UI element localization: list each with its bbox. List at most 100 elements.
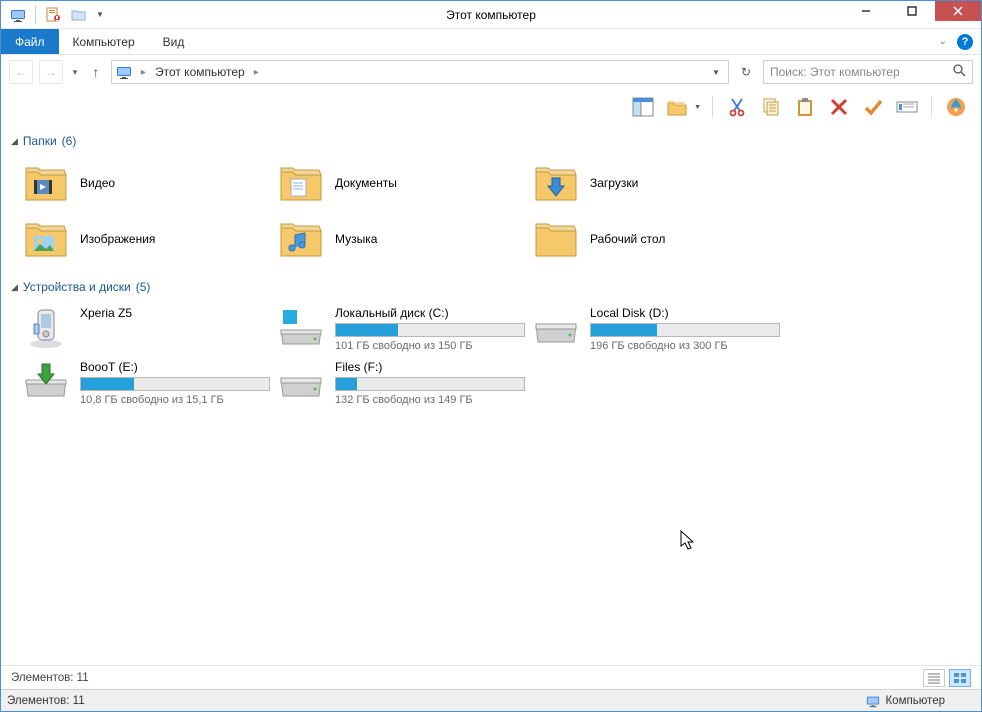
tb-delete-icon[interactable] xyxy=(826,94,852,120)
drive-free-text: 10,8 ГБ свободно из 15,1 ГБ xyxy=(80,394,271,406)
folder-music-icon xyxy=(277,215,325,263)
qat-dropdown[interactable]: ▼ xyxy=(94,4,106,26)
group-count: (5) xyxy=(136,280,151,294)
drive-free-text: 196 ГБ свободно из 300 ГБ xyxy=(590,340,781,352)
qat-properties-icon[interactable] xyxy=(42,4,64,26)
tb-rename-icon[interactable] xyxy=(894,94,920,120)
status-bar-outer: Элементов: 11 Компьютер xyxy=(1,689,981,711)
device-icon xyxy=(22,304,70,352)
drive-usage-bar xyxy=(590,323,780,337)
tb-shell-icon[interactable] xyxy=(943,94,969,120)
folder-label: Изображения xyxy=(80,232,155,246)
folder-pictures-icon xyxy=(22,215,70,263)
drive-free-text: 132 ГБ свободно из 149 ГБ xyxy=(335,394,526,406)
drive-icon xyxy=(22,358,70,406)
device-label: Xperia Z5 xyxy=(80,306,271,320)
tb-panes-icon[interactable] xyxy=(630,94,656,120)
menu-file[interactable]: Файл xyxy=(1,29,59,54)
search-input[interactable] xyxy=(770,65,953,79)
drive-usage-bar xyxy=(80,377,270,391)
tb-organize-icon[interactable] xyxy=(664,94,690,120)
folder-documents[interactable]: Документы xyxy=(274,155,529,211)
nav-history-dropdown[interactable]: ▼ xyxy=(69,68,81,77)
tb-organize-dropdown[interactable]: ▼ xyxy=(694,104,701,111)
folders-grid: Видео Документы Загрузки Изображения Муз… xyxy=(11,153,971,275)
navbar: ← → ▼ ↑ ▸ Этот компьютер ▸ ▼ ↻ xyxy=(1,55,981,89)
drive-label: Files (F:) xyxy=(335,360,526,374)
qat-new-folder-icon[interactable] xyxy=(68,4,90,26)
qat-separator xyxy=(35,6,36,24)
drive-icon xyxy=(277,358,325,406)
group-header-drives[interactable]: ◢ Устройства и диски (5) xyxy=(11,275,971,299)
tb-copy-icon[interactable] xyxy=(758,94,784,120)
drive-usage-bar xyxy=(335,377,525,391)
tb-check-icon[interactable] xyxy=(860,94,886,120)
drive-label: BoooT (E:) xyxy=(80,360,271,374)
folder-videos-icon xyxy=(22,159,70,207)
view-details-button[interactable] xyxy=(923,669,945,687)
menu-computer[interactable]: Компьютер xyxy=(59,29,149,54)
folder-music[interactable]: Музыка xyxy=(274,211,529,267)
folder-downloads[interactable]: Загрузки xyxy=(529,155,784,211)
drive-icon xyxy=(532,304,580,352)
refresh-button[interactable]: ↻ xyxy=(735,65,757,79)
collapse-icon: ◢ xyxy=(11,136,18,147)
ribbon-expand-icon[interactable]: ⌄ xyxy=(935,32,951,51)
drive-free-text: 101 ГБ свободно из 150 ГБ xyxy=(335,340,526,352)
address-dropdown-icon[interactable]: ▼ xyxy=(708,64,724,81)
group-title: Устройства и диски xyxy=(23,280,131,294)
tb-paste-icon[interactable] xyxy=(792,94,818,120)
drive-d[interactable]: Local Disk (D:) 196 ГБ свободно из 300 Г… xyxy=(529,301,784,355)
breadcrumb-chevron-icon[interactable]: ▸ xyxy=(138,67,149,78)
drive-c[interactable]: Локальный диск (C:) 101 ГБ свободно из 1… xyxy=(274,301,529,355)
breadcrumb-location[interactable]: Этот компьютер xyxy=(155,65,245,79)
group-header-folders[interactable]: ◢ Папки (6) xyxy=(11,129,971,153)
nav-forward-button[interactable]: → xyxy=(39,60,63,84)
folder-downloads-icon xyxy=(532,159,580,207)
folder-pictures[interactable]: Изображения xyxy=(19,211,274,267)
maximize-button[interactable] xyxy=(889,1,935,21)
folder-desktop-icon xyxy=(532,215,580,263)
tb-cut-icon[interactable] xyxy=(724,94,750,120)
folder-label: Музыка xyxy=(335,232,377,246)
folder-desktop[interactable]: Рабочий стол xyxy=(529,211,784,267)
folder-label: Загрузки xyxy=(590,176,638,190)
computer-status-icon xyxy=(866,694,880,708)
address-bar[interactable]: ▸ Этот компьютер ▸ ▼ xyxy=(111,60,729,84)
item-count-outer: Элементов: 11 xyxy=(7,695,85,707)
help-icon[interactable]: ? xyxy=(957,34,973,50)
folder-label: Видео xyxy=(80,176,115,190)
device-xperia[interactable]: Xperia Z5 xyxy=(19,301,274,355)
window-title: Этот компьютер xyxy=(446,8,536,22)
folder-videos[interactable]: Видео xyxy=(19,155,274,211)
status-computer-label: Компьютер xyxy=(885,695,945,707)
folder-label: Документы xyxy=(335,176,397,190)
group-title: Папки xyxy=(23,134,57,148)
nav-up-button[interactable]: ↑ xyxy=(87,63,105,81)
nav-back-button[interactable]: ← xyxy=(9,60,33,84)
toolbar-separator xyxy=(931,96,932,118)
location-icon xyxy=(116,64,132,80)
breadcrumb-chevron-icon[interactable]: ▸ xyxy=(251,67,262,78)
qat-computer-icon[interactable] xyxy=(7,4,29,26)
search-box[interactable] xyxy=(763,60,973,84)
titlebar: ▼ Этот компьютер xyxy=(1,1,981,29)
folder-label: Рабочий стол xyxy=(590,232,665,246)
view-tiles-button[interactable] xyxy=(949,669,971,687)
window-controls xyxy=(843,1,981,28)
item-count: Элементов: 11 xyxy=(11,672,89,684)
folder-documents-icon xyxy=(277,159,325,207)
close-button[interactable] xyxy=(935,1,981,21)
search-icon[interactable] xyxy=(953,64,966,80)
drive-icon xyxy=(277,304,325,352)
menu-view[interactable]: Вид xyxy=(149,29,199,54)
drive-e[interactable]: BoooT (E:) 10,8 ГБ свободно из 15,1 ГБ xyxy=(19,355,274,409)
collapse-icon: ◢ xyxy=(11,282,18,293)
toolbar-separator xyxy=(712,96,713,118)
quick-access-toolbar: ▼ xyxy=(1,1,112,28)
drive-label: Локальный диск (C:) xyxy=(335,306,526,320)
minimize-button[interactable] xyxy=(843,1,889,21)
drives-grid: Xperia Z5 Локальный диск (C:) 101 ГБ сво… xyxy=(11,299,971,417)
drive-f[interactable]: Files (F:) 132 ГБ свободно из 149 ГБ xyxy=(274,355,529,409)
menubar: Файл Компьютер Вид ⌄ ? xyxy=(1,29,981,55)
